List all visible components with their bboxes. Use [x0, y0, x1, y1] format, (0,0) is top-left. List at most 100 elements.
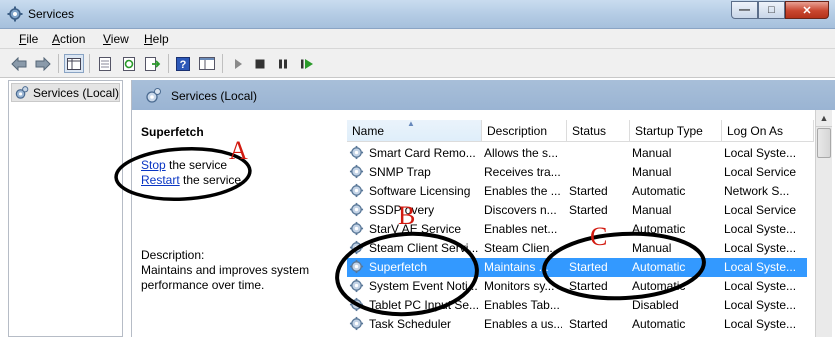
- service-gear-icon: [349, 183, 364, 198]
- start-service-button[interactable]: [228, 54, 248, 73]
- cell-description: Enables the ...: [484, 184, 561, 198]
- cell-description: Allows the s...: [484, 146, 559, 160]
- cell-status: Started: [569, 317, 608, 331]
- column-header-startup-type[interactable]: Startup Type: [630, 120, 722, 142]
- service-row[interactable]: Steam Client Servi... Steam Clien... Manua…: [347, 239, 807, 258]
- column-label: Description: [487, 123, 548, 138]
- menu-file[interactable]: File: [19, 32, 38, 46]
- tree-item-label: Services (Local): [32, 85, 119, 100]
- back-button[interactable]: [9, 54, 29, 73]
- maximize-button[interactable]: □: [758, 1, 785, 19]
- cell-name: SNMP Trap: [369, 165, 431, 179]
- cell-name: SSDP overy: [369, 203, 435, 217]
- service-gear-icon: [349, 297, 364, 312]
- service-row[interactable]: System Event Noti... Monitors sy... Starte…: [347, 277, 807, 296]
- help-icon: ?: [176, 56, 190, 71]
- window-title: Services: [28, 7, 75, 21]
- forward-icon: [35, 56, 51, 71]
- cell-name: Smart Card Remo...: [369, 146, 476, 160]
- service-row[interactable]: SNMP Trap Receives tra... Manual Local Serv…: [347, 163, 807, 182]
- cell-logon: Local Syste...: [724, 317, 797, 331]
- cell-description: Maintains ...: [484, 260, 549, 274]
- cell-startup: Manual: [632, 241, 672, 255]
- pause-service-button[interactable]: [273, 54, 293, 73]
- stop-service-button[interactable]: [250, 54, 270, 73]
- services-gear-icon: [15, 85, 29, 99]
- service-row[interactable]: SSDP overy Discovers n... Started Manual Loc…: [347, 201, 807, 220]
- service-gear-icon: [349, 240, 364, 255]
- cell-name: Superfetch: [369, 260, 428, 274]
- column-header-description[interactable]: Description: [482, 120, 567, 142]
- column-header-name[interactable]: ▲ Name: [347, 119, 482, 142]
- service-gear-icon: [349, 316, 364, 331]
- description-label: Description:: [141, 248, 205, 262]
- sort-ascending-icon: ▲: [407, 119, 415, 128]
- properties-icon: [99, 56, 111, 71]
- cell-name: Tablet PC Input Se...: [369, 298, 479, 312]
- menu-bar: File Action View Help: [0, 29, 835, 49]
- export-list-button[interactable]: [143, 54, 163, 73]
- service-row[interactable]: Smart Card Remo... Allows the s... Manual L…: [347, 144, 807, 163]
- cell-startup: Automatic: [632, 317, 686, 331]
- service-row[interactable]: Task Scheduler Enables a us... Started Auto…: [347, 315, 807, 334]
- menu-help[interactable]: Help: [144, 32, 169, 46]
- menu-action[interactable]: Action: [52, 32, 85, 46]
- cell-startup: Automatic: [632, 279, 686, 293]
- service-row[interactable]: Superfetch Maintains ... Started Automatic L…: [347, 258, 807, 277]
- cell-name: Task Scheduler: [369, 317, 452, 331]
- annotation-label-b: B: [398, 201, 416, 230]
- maximize-icon: □: [768, 4, 775, 16]
- column-header-log-on-as[interactable]: Log On As: [722, 120, 814, 142]
- column-header-status[interactable]: Status: [567, 120, 630, 142]
- restart-service-button[interactable]: [297, 54, 317, 73]
- scroll-thumb[interactable]: [817, 128, 831, 158]
- cell-logon: Local Service: [724, 203, 797, 217]
- service-gear-icon: [349, 259, 364, 274]
- stop-service-link[interactable]: Stop: [141, 158, 166, 172]
- console-view-button[interactable]: [197, 54, 217, 73]
- scroll-up-button[interactable]: ▲: [816, 110, 832, 127]
- restart-service-link[interactable]: Restart: [141, 173, 180, 187]
- tree-item-services-local[interactable]: Services (Local): [11, 83, 120, 102]
- close-button[interactable]: ✕: [785, 1, 829, 19]
- cell-status: Started: [569, 279, 608, 293]
- help-button[interactable]: ?: [173, 54, 193, 73]
- cell-logon: Local Service: [724, 165, 797, 179]
- cell-status: Started: [569, 260, 608, 274]
- stop-service-icon: [255, 59, 265, 68]
- service-gear-icon: [349, 202, 364, 217]
- start-service-icon: [235, 58, 242, 69]
- cell-status: Started: [569, 203, 608, 217]
- services-gear-icon: [146, 88, 161, 103]
- cell-startup: Manual: [632, 165, 672, 179]
- service-gear-icon: [349, 278, 364, 293]
- cell-description: Receives tra...: [484, 165, 561, 179]
- cell-name: Software Licensing: [369, 184, 471, 198]
- minimize-button[interactable]: —: [731, 1, 758, 19]
- refresh-button[interactable]: [119, 54, 139, 73]
- minimize-icon: —: [739, 4, 750, 16]
- pane-title: Services (Local): [171, 89, 258, 103]
- selected-service-name: Superfetch: [141, 125, 204, 139]
- cell-logon: Local Syste...: [724, 222, 797, 236]
- refresh-icon: [123, 56, 135, 71]
- cell-name: Steam Client Servi...: [369, 241, 479, 255]
- chevron-up-icon: ▲: [819, 113, 829, 123]
- service-row[interactable]: Software Licensing Enables the ... Started…: [347, 182, 807, 201]
- restart-service-icon: [301, 58, 313, 69]
- cell-startup: Disabled: [632, 298, 679, 312]
- pane-header: Services (Local): [132, 80, 835, 110]
- forward-button[interactable]: [33, 54, 53, 73]
- service-row[interactable]: Tablet PC Input Se... Enables Tab... Disab…: [347, 296, 807, 315]
- vertical-scrollbar[interactable]: ▲: [815, 110, 832, 337]
- menu-view[interactable]: View: [103, 32, 129, 46]
- properties-button[interactable]: [95, 54, 115, 73]
- cell-description: Discovers n...: [484, 203, 557, 217]
- service-row[interactable]: StarV AE Service Enables net... Automatic L…: [347, 220, 807, 239]
- toolbar: ?: [0, 49, 835, 78]
- show-hide-tree-button[interactable]: [64, 54, 84, 73]
- cell-logon: Local Syste...: [724, 260, 797, 274]
- cell-description: Monitors sy...: [484, 279, 555, 293]
- service-description: Maintains and improves system performanc…: [141, 263, 310, 292]
- cell-logon: Local Syste...: [724, 298, 797, 312]
